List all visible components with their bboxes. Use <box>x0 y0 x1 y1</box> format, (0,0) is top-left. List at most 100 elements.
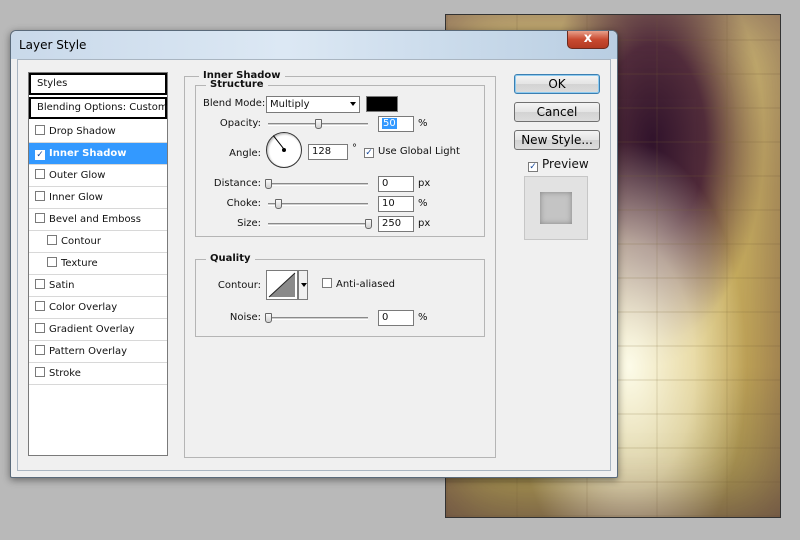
use-global-light-checkbox[interactable]: ✓ Use Global Light <box>364 146 460 158</box>
style-item-inner-glow[interactable]: Inner Glow <box>29 187 167 209</box>
layer-style-dialog: Layer Style x Styles Blending Options: C… <box>10 30 618 478</box>
distance-unit: px <box>418 178 431 189</box>
style-item-checkbox[interactable] <box>35 279 45 289</box>
style-item-label: Texture <box>61 258 98 269</box>
opacity-value: 50 <box>382 118 397 129</box>
style-item-checkbox[interactable] <box>35 213 45 223</box>
style-item-checkbox[interactable] <box>35 323 45 333</box>
new-style-button[interactable]: New Style... <box>514 130 600 150</box>
opacity-label: Opacity: <box>219 118 261 129</box>
angle-dial[interactable] <box>266 132 302 168</box>
style-item-bevel-and-emboss[interactable]: Bevel and Emboss <box>29 209 167 231</box>
noise-value: 0 <box>382 312 389 323</box>
size-slider-thumb[interactable] <box>365 219 372 229</box>
use-global-light-check[interactable]: ✓ <box>364 148 374 158</box>
choke-unit: % <box>418 198 428 209</box>
choke-slider-thumb[interactable] <box>275 199 282 209</box>
anti-aliased-checkbox[interactable]: Anti-aliased <box>322 278 395 290</box>
angle-label: Angle: <box>229 148 261 159</box>
distance-slider-thumb[interactable] <box>265 179 272 189</box>
contour-label: Contour: <box>217 280 261 291</box>
contour-picker[interactable] <box>266 270 298 300</box>
style-item-satin[interactable]: Satin <box>29 275 167 297</box>
size-slider[interactable] <box>268 223 368 226</box>
angle-input[interactable]: 128 <box>308 144 348 160</box>
style-item-label: Drop Shadow <box>49 126 116 137</box>
close-button[interactable]: x <box>567 31 609 49</box>
style-item-checkbox[interactable] <box>35 345 45 355</box>
style-item-checkbox[interactable]: ✓ <box>35 150 45 160</box>
contour-curve-icon <box>268 272 296 298</box>
style-item-color-overlay[interactable]: Color Overlay <box>29 297 167 319</box>
structure-title: Structure <box>206 79 268 90</box>
choke-value: 10 <box>382 198 395 209</box>
styles-list: Styles Blending Options: Custom Drop Sha… <box>28 72 168 456</box>
style-item-texture[interactable]: Texture <box>29 253 167 275</box>
blend-mode-select[interactable]: Multiply <box>266 96 360 113</box>
opacity-unit: % <box>418 118 428 129</box>
angle-dial-center <box>282 148 286 152</box>
style-item-inner-shadow[interactable]: ✓ Inner Shadow <box>29 143 167 165</box>
choke-input[interactable]: 10 <box>378 196 414 212</box>
ok-button[interactable]: OK <box>514 74 600 94</box>
style-item-label: Inner Shadow <box>49 148 127 159</box>
noise-slider[interactable] <box>268 317 368 320</box>
distance-slider[interactable] <box>268 183 368 186</box>
angle-value: 128 <box>312 146 332 157</box>
style-item-label: Color Overlay <box>49 302 118 313</box>
choke-slider[interactable] <box>268 203 368 206</box>
noise-slider-thumb[interactable] <box>265 313 272 323</box>
distance-input[interactable]: 0 <box>378 176 414 192</box>
style-item-gradient-overlay[interactable]: Gradient Overlay <box>29 319 167 341</box>
inner-shadow-group: Inner Shadow Structure Blend Mode: Multi… <box>184 70 496 458</box>
noise-label: Noise: <box>229 312 261 323</box>
structure-group: Structure Blend Mode: Multiply Opacity: … <box>195 79 485 237</box>
preview-check[interactable]: ✓ <box>528 162 538 172</box>
blending-options-item[interactable]: Blending Options: Custom <box>29 97 168 119</box>
style-item-label: Contour <box>61 236 101 247</box>
shadow-color-swatch[interactable] <box>366 96 398 112</box>
style-item-checkbox[interactable] <box>35 367 45 377</box>
style-item-checkbox[interactable] <box>47 235 57 245</box>
anti-aliased-check[interactable] <box>322 278 332 288</box>
style-item-checkbox[interactable] <box>35 191 45 201</box>
opacity-input[interactable]: 50 <box>378 116 414 132</box>
close-icon: x <box>583 31 593 46</box>
anti-aliased-label: Anti-aliased <box>336 279 396 290</box>
chevron-down-icon <box>350 102 356 106</box>
choke-label: Choke: <box>226 198 261 209</box>
size-label: Size: <box>237 218 261 229</box>
dialog-body: Styles Blending Options: Custom Drop Sha… <box>17 59 611 471</box>
style-item-label: Inner Glow <box>49 192 103 203</box>
noise-input[interactable]: 0 <box>378 310 414 326</box>
size-unit: px <box>418 218 431 229</box>
style-item-label: Stroke <box>49 368 81 379</box>
chevron-down-icon <box>301 283 307 287</box>
distance-value: 0 <box>382 178 389 189</box>
cancel-button[interactable]: Cancel <box>514 102 600 122</box>
preview-checkbox[interactable]: ✓ Preview <box>528 157 589 172</box>
use-global-light-label: Use Global Light <box>378 146 460 157</box>
angle-unit: ° <box>352 143 357 154</box>
style-item-label: Satin <box>49 280 75 291</box>
title-bar[interactable]: Layer Style x <box>11 31 617 59</box>
quality-title: Quality <box>206 253 255 264</box>
style-item-drop-shadow[interactable]: Drop Shadow <box>29 121 167 143</box>
style-item-label: Pattern Overlay <box>49 346 128 357</box>
style-item-checkbox[interactable] <box>47 257 57 267</box>
distance-label: Distance: <box>213 178 261 189</box>
size-value: 250 <box>382 218 402 229</box>
style-item-checkbox[interactable] <box>35 301 45 311</box>
style-item-pattern-overlay[interactable]: Pattern Overlay <box>29 341 167 363</box>
styles-header[interactable]: Styles <box>29 73 167 95</box>
style-item-contour[interactable]: Contour <box>29 231 167 253</box>
size-input[interactable]: 250 <box>378 216 414 232</box>
style-item-stroke[interactable]: Stroke <box>29 363 167 385</box>
quality-group: Quality Contour: Anti-aliased Noise: 0 % <box>195 253 485 337</box>
opacity-slider-thumb[interactable] <box>315 119 322 129</box>
style-item-checkbox[interactable] <box>35 125 45 135</box>
style-item-checkbox[interactable] <box>35 169 45 179</box>
style-item-outer-glow[interactable]: Outer Glow <box>29 165 167 187</box>
style-item-label: Bevel and Emboss <box>49 214 141 225</box>
contour-dropdown[interactable] <box>298 270 308 300</box>
